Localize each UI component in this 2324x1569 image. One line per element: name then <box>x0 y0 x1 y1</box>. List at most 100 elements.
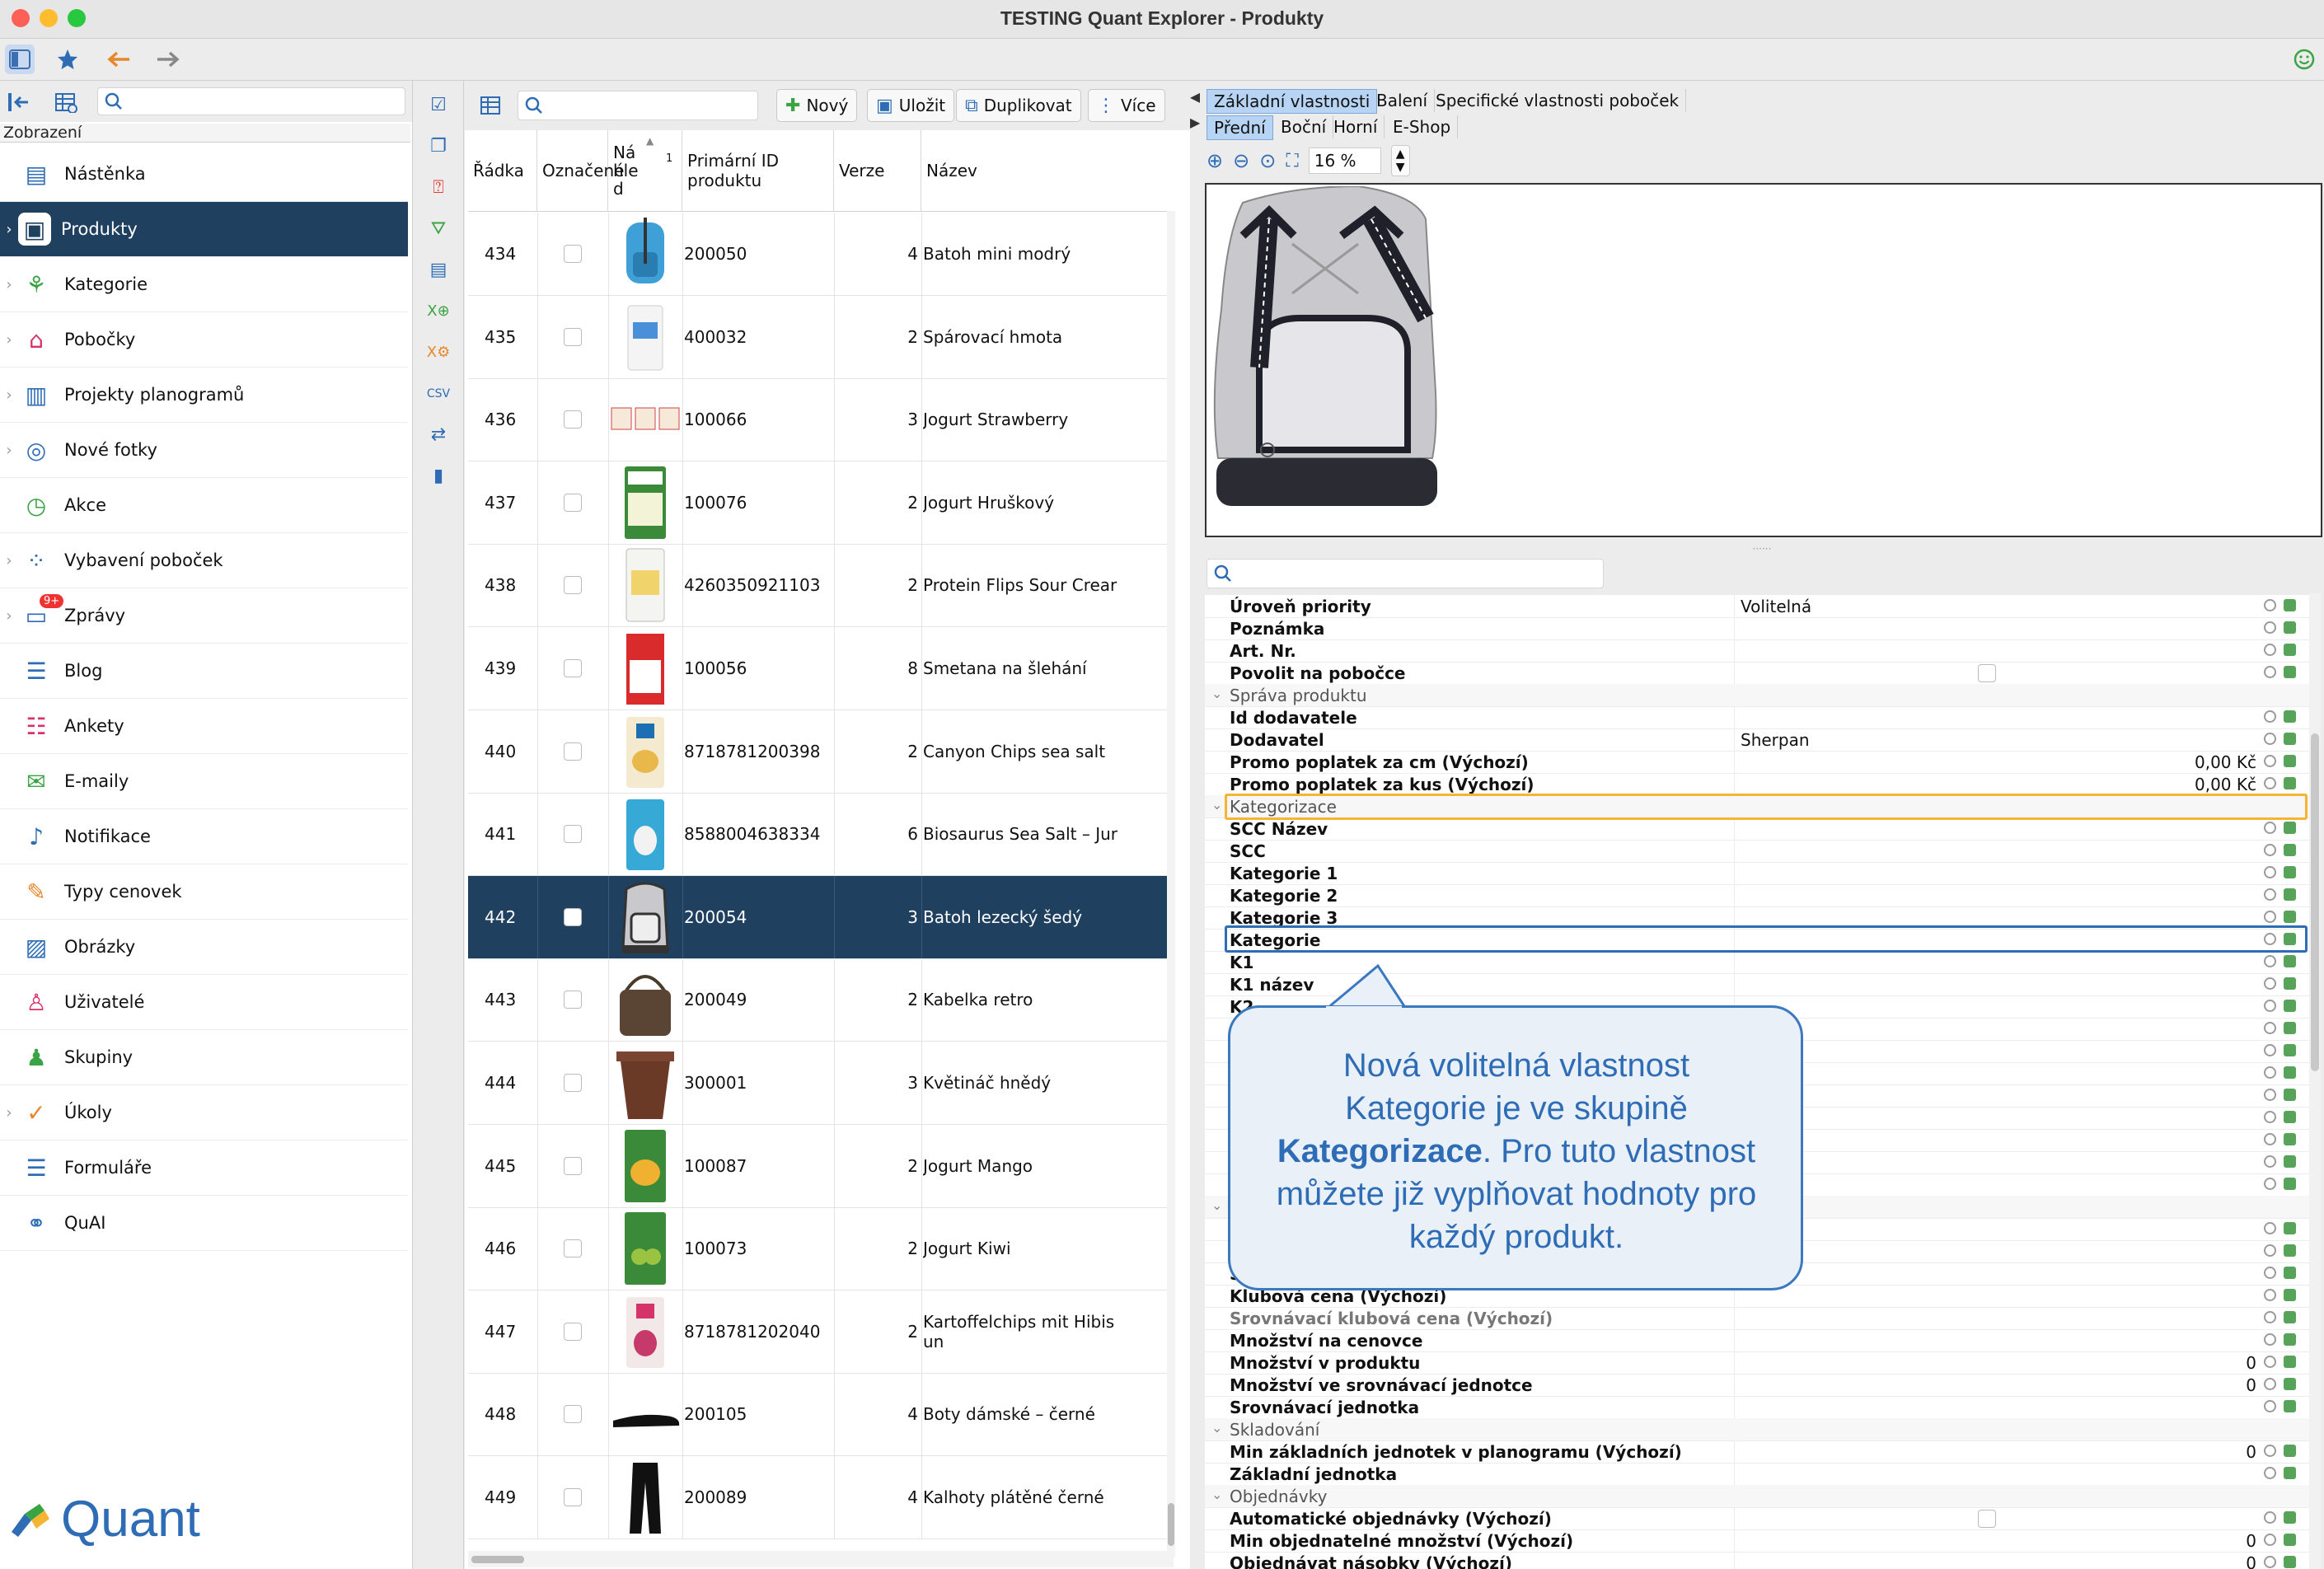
collapse-left-icon[interactable]: ◀ <box>1190 89 1200 105</box>
property-row[interactable]: SCC Název <box>1205 817 2309 841</box>
nav-item-13[interactable]: ✎ Typy cenovek <box>0 864 408 920</box>
edit-value-icon[interactable] <box>2284 777 2296 789</box>
zoom-fit-icon[interactable]: ⊙ <box>1259 149 1276 172</box>
expand-chevron-icon[interactable]: › <box>0 386 18 404</box>
edit-value-icon[interactable] <box>2284 1289 2296 1301</box>
inherit-icon[interactable] <box>2264 1511 2276 1524</box>
expand-chevron-icon[interactable]: › <box>0 276 18 293</box>
property-row[interactable]: SCC <box>1205 840 2309 863</box>
nav-item-15[interactable]: ♙ Uživatelé <box>0 975 408 1030</box>
preview-resize-handle[interactable]: ······ <box>1200 544 2324 554</box>
edit-value-icon[interactable] <box>2284 1311 2296 1323</box>
table-row[interactable]: 449 200089 4 Kalhoty plátěné černé <box>468 1456 1174 1539</box>
property-checkbox[interactable] <box>1978 1510 1996 1528</box>
property-row[interactable]: Kategorie 2 <box>1205 884 2309 907</box>
table-row[interactable]: 448 200105 4 Boty dámské – černé <box>468 1373 1174 1457</box>
inherit-icon[interactable] <box>2264 1289 2276 1301</box>
property-row[interactable]: Množství na cenovce <box>1205 1329 2309 1352</box>
inherit-icon[interactable] <box>2264 644 2276 656</box>
property-row[interactable]: Promo poplatek za cm (Výchozí) 0,00 Kč <box>1205 751 2309 774</box>
group-chevron-icon[interactable]: ⌄ <box>1211 1487 1222 1502</box>
view-tab-3[interactable]: E-Shop <box>1386 115 1459 138</box>
nav-item-16[interactable]: ♟ Skupiny <box>0 1030 408 1085</box>
edit-value-icon[interactable] <box>2284 644 2296 656</box>
expand-chevron-icon[interactable]: › <box>0 221 18 238</box>
excel-export-icon[interactable]: X⚙ <box>425 340 452 366</box>
inherit-icon[interactable] <box>2264 1333 2276 1346</box>
inherit-icon[interactable] <box>2264 599 2276 611</box>
zoom-frame-icon[interactable]: ⛶ <box>1286 151 1298 171</box>
edit-value-icon[interactable] <box>2284 844 2296 856</box>
nav-item-8[interactable]: › ▭ 9+ Zprávy <box>0 588 408 644</box>
table-row[interactable]: 444 300001 3 Květináč hnědý <box>468 1042 1174 1125</box>
mark-checkbox[interactable] <box>564 907 582 926</box>
zoom-in-icon[interactable]: ⊕ <box>1207 149 1223 172</box>
edit-value-icon[interactable] <box>2284 1178 2296 1190</box>
zoom-value-field[interactable]: 16 % <box>1308 148 1381 174</box>
nav-item-3[interactable]: › ⌂ Pobočky <box>0 312 408 368</box>
property-row[interactable]: Automatické objednávky (Výchozí) <box>1205 1507 2309 1530</box>
property-row[interactable]: Promo poplatek za kus (Výchozí) 0,00 Kč <box>1205 773 2309 796</box>
edit-value-icon[interactable] <box>2284 1022 2296 1034</box>
nav-item-19[interactable]: ⚭ QuAI <box>0 1196 408 1251</box>
expand-chevron-icon[interactable]: › <box>0 607 18 625</box>
edit-value-icon[interactable] <box>2284 1089 2296 1101</box>
expand-chevron-icon[interactable]: › <box>0 552 18 569</box>
inherit-icon[interactable] <box>2264 911 2276 923</box>
property-row[interactable]: Art. Nr. <box>1205 639 2309 663</box>
filter-icon[interactable]: ⛛ <box>425 216 452 242</box>
inherit-icon[interactable] <box>2264 1222 2276 1234</box>
inherit-icon[interactable] <box>2264 1155 2276 1168</box>
view-tab-2[interactable]: Horní <box>1327 115 1385 138</box>
table-row[interactable]: 446 100073 2 Jogurt Kiwi <box>468 1207 1174 1291</box>
table-row[interactable]: 435 400032 2 Spárovací hmota <box>468 295 1174 379</box>
edit-value-icon[interactable] <box>2284 822 2296 834</box>
navigation-search-input[interactable] <box>97 87 405 115</box>
property-row[interactable]: Kategorie 1 <box>1205 862 2309 885</box>
excel-import-icon[interactable]: X⊕ <box>425 298 452 325</box>
column-header-marked[interactable]: Označené <box>537 130 624 211</box>
save-button[interactable]: ▣ Uložit <box>867 89 955 122</box>
property-row[interactable]: Množství v produktu 0 <box>1205 1351 2309 1375</box>
property-numeric-value[interactable]: 0 <box>2246 1531 2256 1551</box>
forward-arrow-icon[interactable] <box>153 44 183 74</box>
edit-value-icon[interactable] <box>2284 1111 2296 1123</box>
inherit-icon[interactable] <box>2264 1445 2276 1457</box>
mark-checkbox[interactable] <box>564 659 582 677</box>
inherit-icon[interactable] <box>2264 977 2276 990</box>
inherit-icon[interactable] <box>2264 1556 2276 1568</box>
inherit-icon[interactable] <box>2264 621 2276 634</box>
group-chevron-icon[interactable]: ⌄ <box>1211 686 1222 701</box>
inherit-icon[interactable] <box>2264 1467 2276 1479</box>
property-row[interactable]: Množství ve srovnávací jednotce 0 <box>1205 1374 2309 1397</box>
column-header-preview[interactable]: Ná hle d ▲ 1 <box>608 130 682 211</box>
mark-checkbox[interactable] <box>564 410 582 429</box>
property-row[interactable]: Srovnávací jednotka <box>1205 1396 2309 1419</box>
product-search-input[interactable] <box>518 91 758 120</box>
mark-checkbox[interactable] <box>564 245 582 263</box>
property-checkbox[interactable] <box>1978 664 1996 682</box>
edit-value-icon[interactable] <box>2284 1133 2296 1145</box>
nav-item-10[interactable]: ☷ Ankety <box>0 699 408 754</box>
view-tab-1[interactable]: Boční <box>1274 115 1334 138</box>
table-row[interactable]: 441 8588004638334 6 Biosaurus Sea Salt – Ju… <box>468 793 1174 877</box>
duplicate-button[interactable]: ⧉ Duplikovat <box>956 89 1081 122</box>
edit-value-icon[interactable] <box>2284 1333 2296 1346</box>
detail-tab-0[interactable]: Základní vlastnosti <box>1207 89 1378 114</box>
inherit-icon[interactable] <box>2264 1378 2276 1390</box>
table-row[interactable]: 445 100087 2 Jogurt Mango <box>468 1124 1174 1208</box>
inherit-icon[interactable] <box>2264 955 2276 967</box>
column-header-row[interactable]: Řádka <box>468 130 537 211</box>
mark-checkbox[interactable] <box>564 1239 582 1258</box>
property-row[interactable]: Dodavatel Sherpan <box>1205 728 2309 752</box>
edit-value-icon[interactable] <box>2284 666 2296 678</box>
inherit-icon[interactable] <box>2264 1111 2276 1123</box>
inherit-icon[interactable] <box>2264 1311 2276 1323</box>
expand-chevron-icon[interactable]: › <box>0 442 18 459</box>
edit-value-icon[interactable] <box>2284 955 2296 967</box>
mark-checkbox[interactable] <box>564 1156 582 1175</box>
help-icon[interactable]: ⍰ <box>425 175 452 201</box>
edit-value-icon[interactable] <box>2284 599 2296 611</box>
favorites-star-icon[interactable] <box>53 44 82 74</box>
table-row[interactable]: 434 200050 4 Batoh mini modrý <box>468 213 1174 296</box>
